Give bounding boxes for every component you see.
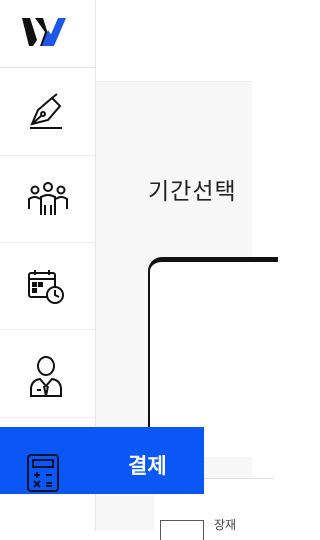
sidebar-item-write[interactable] bbox=[0, 68, 96, 156]
calculator-icon bbox=[27, 454, 59, 492]
payment-label: 결제 bbox=[128, 454, 167, 478]
footer-text: 장재 bbox=[214, 518, 237, 532]
top-bar bbox=[96, 0, 252, 82]
sidebar-item-payment[interactable] bbox=[0, 427, 204, 494]
period-select-title: 기간선택 bbox=[148, 179, 237, 205]
calendar-clock-icon bbox=[28, 270, 64, 304]
pen-nib-icon bbox=[30, 93, 62, 129]
team-people-icon bbox=[28, 182, 68, 215]
sidebar-item-team[interactable] bbox=[0, 155, 96, 243]
sidebar-item-schedule[interactable] bbox=[0, 242, 96, 330]
logo-area[interactable] bbox=[0, 0, 96, 68]
checkbox[interactable] bbox=[160, 520, 204, 540]
brand-logo-icon bbox=[22, 18, 66, 46]
person-suit-icon bbox=[30, 356, 62, 397]
sidebar-item-member[interactable] bbox=[0, 330, 96, 418]
